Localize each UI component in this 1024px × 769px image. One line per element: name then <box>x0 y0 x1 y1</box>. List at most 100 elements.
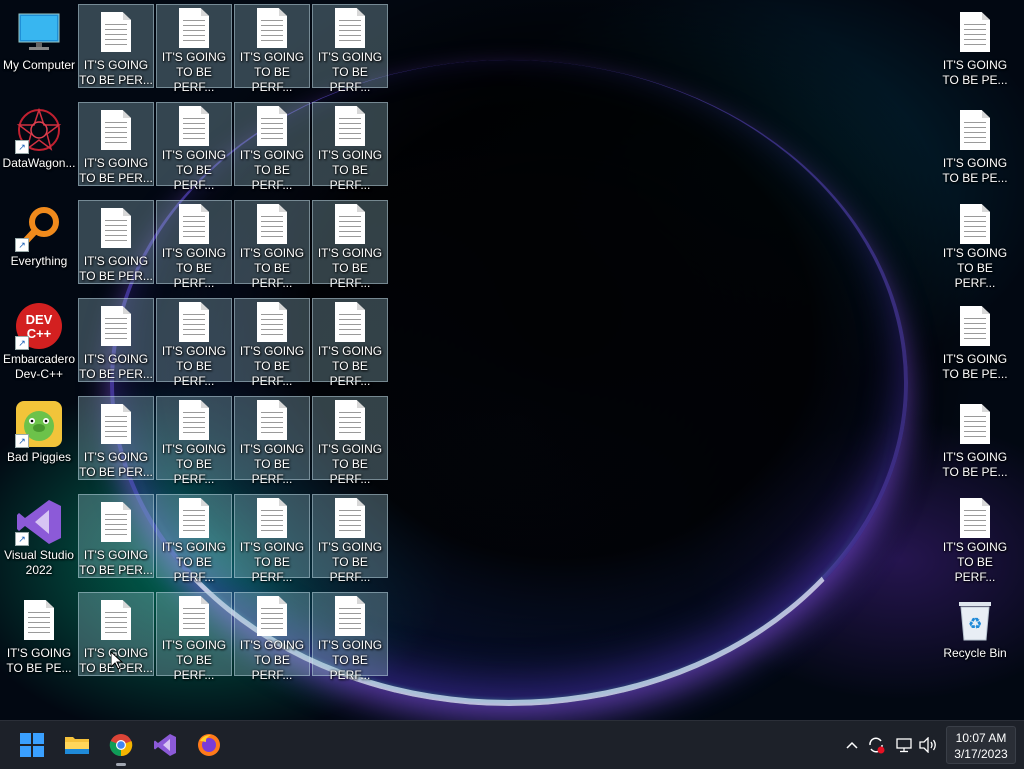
start-button[interactable] <box>14 727 50 763</box>
desktop-icon-text-file[interactable]: IT'S GOING TO BE PERF... <box>312 200 388 290</box>
svg-text:♻: ♻ <box>968 614 982 633</box>
desktop-icon-datawagon[interactable]: ↗ DataWagon... <box>1 102 77 186</box>
desktop-icon-label: IT'S GOING TO BE PERF... <box>239 540 305 584</box>
shortcut-arrow-icon: ↗ <box>15 336 29 350</box>
desktop-icon-text-file[interactable]: IT'S GOING TO BE PERF... <box>937 494 1013 584</box>
sync-status-icon[interactable] <box>865 733 887 757</box>
desktop-icon-text-file[interactable]: IT'S GOING TO BE PERF... <box>156 200 232 290</box>
taskbar: 10:07 AM 3/17/2023 <box>0 720 1024 769</box>
document-icon <box>170 498 218 538</box>
desktop-icon-everything[interactable]: ↗ Everything <box>1 200 77 284</box>
document-icon <box>326 204 374 244</box>
desktop-icon-text-file[interactable]: IT'S GOING TO BE PE... <box>1 592 77 676</box>
desktop-icon-text-file[interactable]: IT'S GOING TO BE PERF... <box>234 592 310 682</box>
magnifier-icon: ↗ <box>15 204 63 252</box>
pig-icon: ↗ <box>15 400 63 448</box>
desktop-icon-text-file[interactable]: IT'S GOING TO BE PER... <box>78 494 154 578</box>
desktop-icon-label: IT'S GOING TO BE PERF... <box>161 148 227 192</box>
desktop-icon-label: IT'S GOING TO BE PERF... <box>161 442 227 486</box>
desktop-icon-label: IT'S GOING TO BE PERF... <box>161 638 227 682</box>
desktop-background[interactable]: My Computer ↗ DataWagon... ↗ Everything <box>0 0 1024 720</box>
document-icon <box>170 596 218 636</box>
desktop-icon-text-file[interactable]: IT'S GOING TO BE PERF... <box>156 494 232 584</box>
desktop-icon-my-computer[interactable]: My Computer <box>1 4 77 88</box>
desktop-icon-text-file[interactable]: IT'S GOING TO BE PER... <box>78 396 154 480</box>
desktop-icon-text-file[interactable]: IT'S GOING TO BE PERF... <box>156 4 232 94</box>
desktop-icon-text-file[interactable]: IT'S GOING TO BE PERF... <box>234 494 310 584</box>
document-icon <box>248 106 296 146</box>
visual-studio-button[interactable] <box>147 727 183 763</box>
desktop-icon-visual-studio[interactable]: ↗ Visual Studio 2022 <box>1 494 77 578</box>
desktop-icon-label: IT'S GOING TO BE PERF... <box>161 540 227 584</box>
desktop-icon-text-file[interactable]: IT'S GOING TO BE PERF... <box>156 298 232 388</box>
desktop-icon-text-file[interactable]: IT'S GOING TO BE PERF... <box>234 396 310 486</box>
desktop-icon-text-file[interactable]: IT'S GOING TO BE PERF... <box>234 4 310 94</box>
desktop-icon-recycle-bin[interactable]: ♻ Recycle Bin <box>937 592 1013 676</box>
desktop-icon-label: IT'S GOING TO BE PERF... <box>317 344 383 388</box>
desktop-icon-label: IT'S GOING TO BE PERF... <box>161 50 227 94</box>
firefox-icon <box>198 734 220 756</box>
desktop-icon-text-file[interactable]: IT'S GOING TO BE PERF... <box>312 298 388 388</box>
desktop-icon-label: IT'S GOING TO BE PE... <box>942 352 1008 381</box>
desktop-icon-text-file[interactable]: IT'S GOING TO BE PE... <box>937 4 1013 88</box>
document-icon <box>248 498 296 538</box>
clock-date: 3/17/2023 <box>954 747 1008 761</box>
desktop-icon-devcpp[interactable]: DEV C++ ↗ Embarcadero Dev-C++ <box>1 298 77 382</box>
desktop-icon-text-file[interactable]: IT'S GOING TO BE PERF... <box>312 592 388 682</box>
desktop-icon-label: IT'S GOING TO BE PER... <box>79 254 153 283</box>
desktop-icon-label: IT'S GOING TO BE PERF... <box>239 344 305 388</box>
desktop-icon-text-file[interactable]: IT'S GOING TO BE PER... <box>78 298 154 382</box>
desktop-icon-text-file[interactable]: IT'S GOING TO BE PE... <box>937 396 1013 480</box>
svg-text:DEV: DEV <box>26 312 53 327</box>
desktop-icon-text-file[interactable]: IT'S GOING TO BE PERF... <box>312 102 388 192</box>
network-icon[interactable] <box>893 733 915 757</box>
desktop-icon-text-file[interactable]: IT'S GOING TO BE PERF... <box>156 592 232 682</box>
desktop-icon-text-file[interactable]: IT'S GOING TO BE PERF... <box>312 396 388 486</box>
chrome-button[interactable] <box>103 727 139 766</box>
document-icon <box>92 400 140 448</box>
document-icon <box>170 106 218 146</box>
desktop-icon-text-file[interactable]: IT'S GOING TO BE PERF... <box>312 4 388 94</box>
volume-icon[interactable] <box>917 733 939 757</box>
desktop-icon-text-file[interactable]: IT'S GOING TO BE PERF... <box>234 200 310 290</box>
desktop-icon-label: DataWagon... <box>2 156 76 170</box>
desktop-icon-text-file[interactable]: IT'S GOING TO BE PE... <box>937 102 1013 186</box>
document-icon <box>92 204 140 252</box>
desktop-icon-label: IT'S GOING TO BE PERF... <box>161 246 227 290</box>
document-icon <box>326 498 374 538</box>
desktop-icon-text-file[interactable]: IT'S GOING TO BE PER... <box>78 200 154 284</box>
desktop-icon-text-file[interactable]: IT'S GOING TO BE PE... <box>937 298 1013 382</box>
desktop-icon-label: IT'S GOING TO BE PERF... <box>317 442 383 486</box>
desktop-icon-bad-piggies[interactable]: ↗ Bad Piggies <box>1 396 77 480</box>
firefox-button[interactable] <box>191 727 227 763</box>
desktop-icon-text-file[interactable]: IT'S GOING TO BE PER... <box>78 102 154 186</box>
monitor-icon <box>15 8 63 56</box>
document-icon <box>951 8 999 56</box>
file-explorer-button[interactable] <box>59 727 95 763</box>
desktop-icon-label: IT'S GOING TO BE PE... <box>942 156 1008 185</box>
desktop-icon-label: IT'S GOING TO BE PE... <box>942 450 1008 479</box>
desktop-icon-text-file[interactable]: IT'S GOING TO BE PERF... <box>234 102 310 192</box>
shortcut-arrow-icon: ↗ <box>15 238 29 252</box>
document-icon <box>326 106 374 146</box>
desktop-icon-label: Everything <box>10 254 68 268</box>
desktop-icon-label: IT'S GOING TO BE PERF... <box>161 344 227 388</box>
desktop-icon-text-file[interactable]: IT'S GOING TO BE PER... <box>78 4 154 88</box>
desktop-icon-text-file[interactable]: IT'S GOING TO BE PERF... <box>156 396 232 486</box>
document-icon <box>951 498 999 538</box>
svg-text:C++: C++ <box>27 326 52 341</box>
system-clock[interactable]: 10:07 AM 3/17/2023 <box>946 726 1016 764</box>
windows-logo-icon <box>20 733 44 757</box>
show-hidden-icons-chevron[interactable] <box>841 733 863 757</box>
desktop-icon-text-file[interactable]: IT'S GOING TO BE PERF... <box>937 200 1013 290</box>
document-icon <box>326 8 374 48</box>
desktop-icon-text-file[interactable]: IT'S GOING TO BE PERF... <box>312 494 388 584</box>
desktop-icon-text-file[interactable]: IT'S GOING TO BE PERF... <box>156 102 232 192</box>
desktop-icon-label: Embarcadero Dev-C++ <box>2 352 76 381</box>
desktop-icon-label: IT'S GOING TO BE PERF... <box>239 50 305 94</box>
document-icon <box>92 596 140 644</box>
desktop-icon-label: IT'S GOING TO BE PER... <box>79 352 153 381</box>
desktop-icon-text-file[interactable]: IT'S GOING TO BE PERF... <box>234 298 310 388</box>
desktop-icon-label: IT'S GOING TO BE PE... <box>942 58 1008 87</box>
document-icon <box>248 400 296 440</box>
